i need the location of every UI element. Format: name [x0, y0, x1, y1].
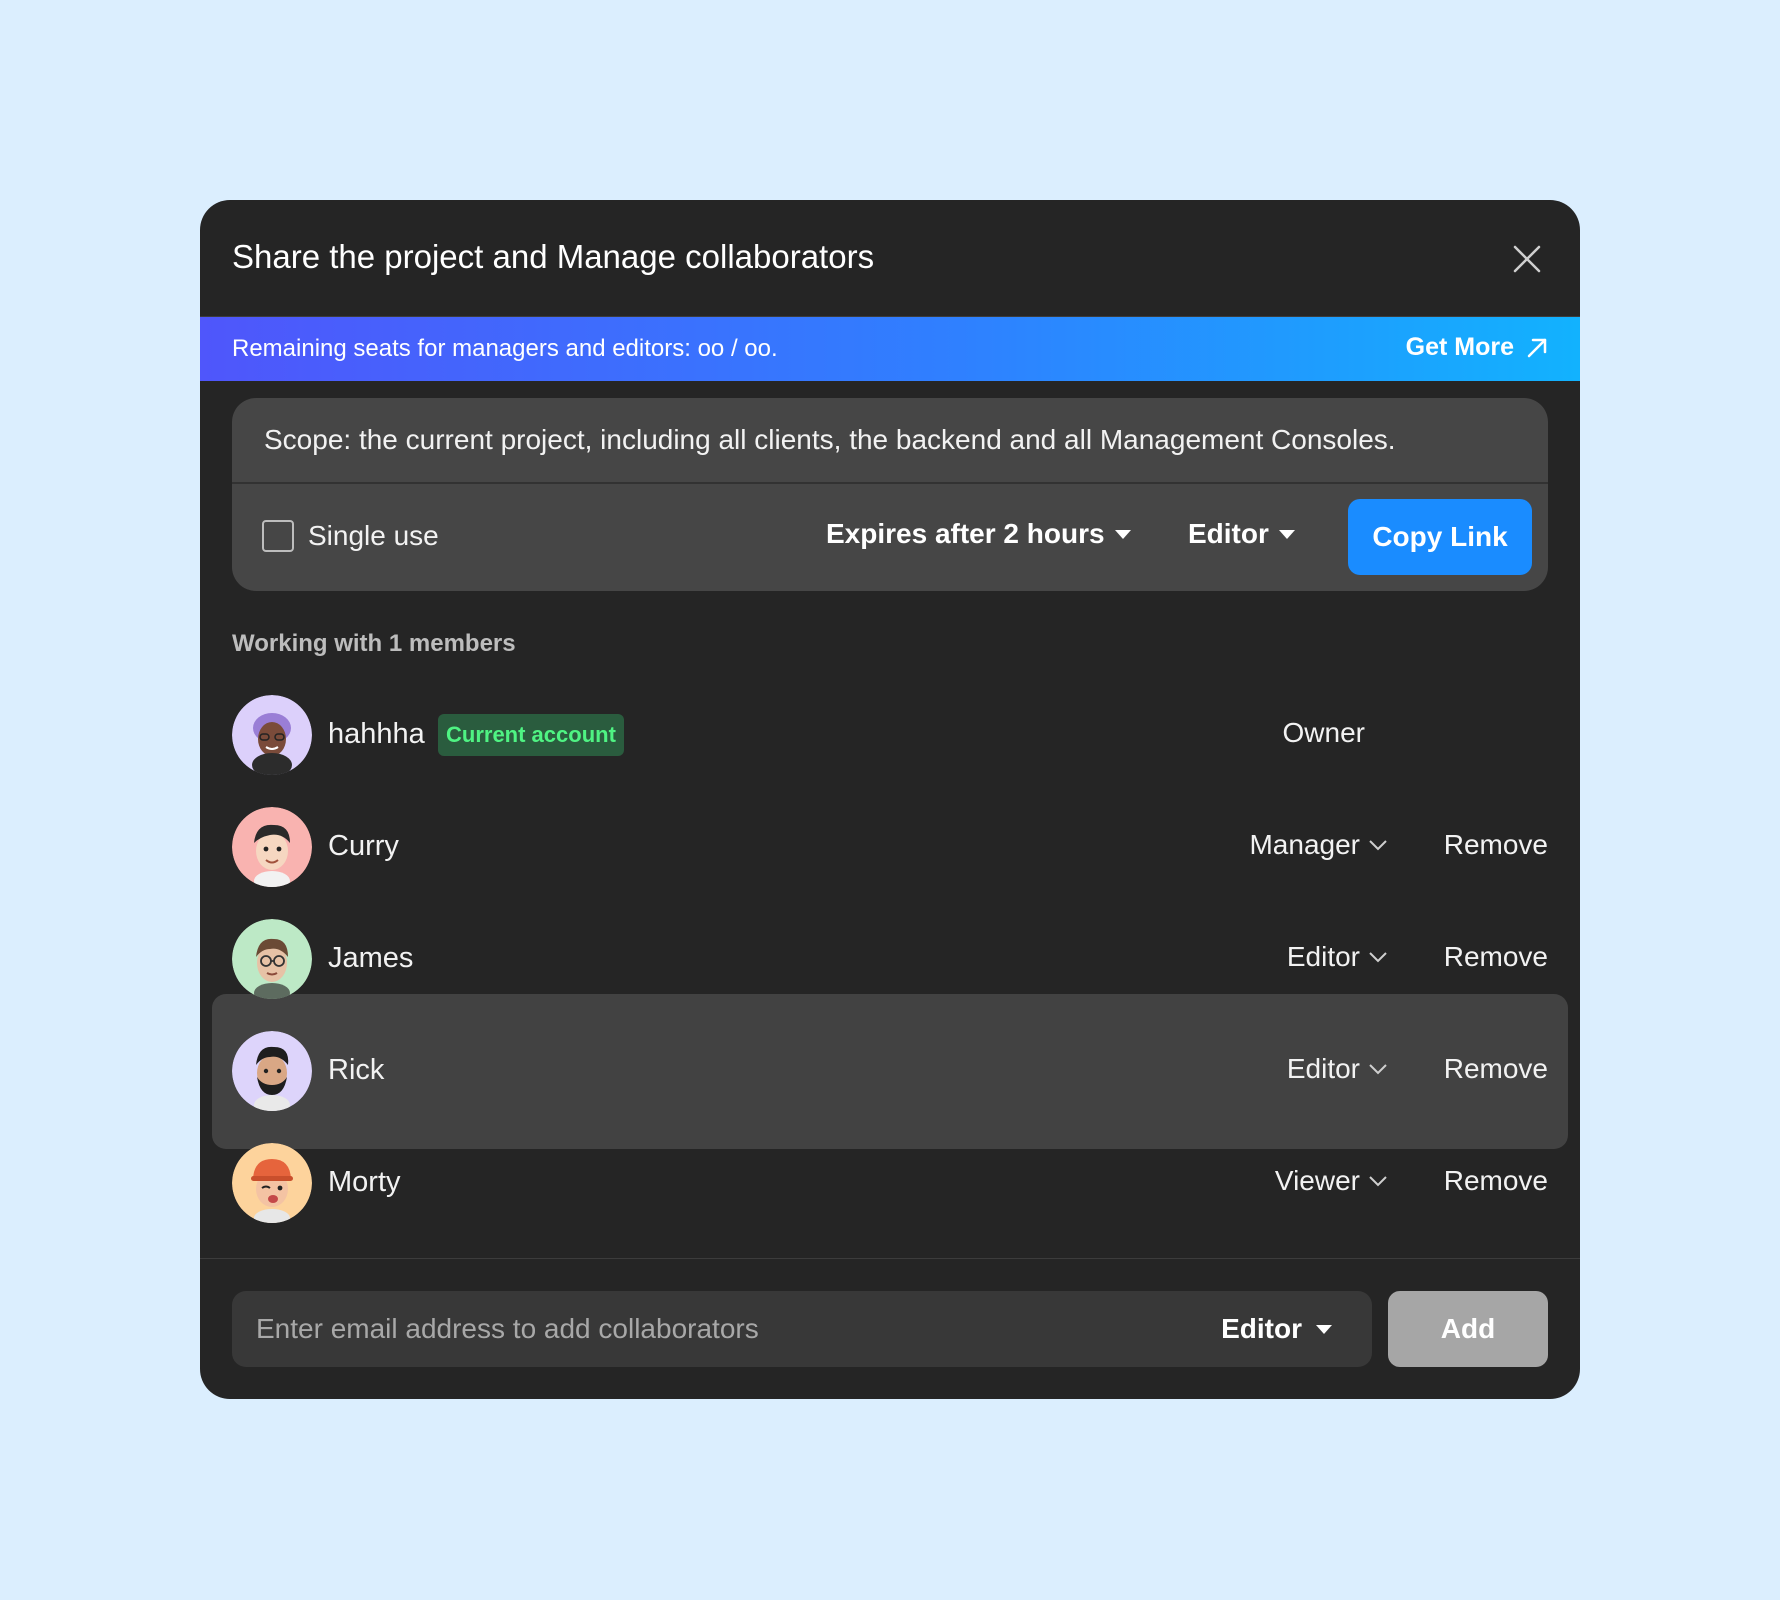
share-dialog: Share the project and Manage collaborato… — [200, 200, 1580, 1399]
members-heading: Working with 1 members — [232, 630, 516, 657]
remove-button[interactable]: Remove — [1444, 829, 1548, 861]
chevron-down-icon — [1369, 840, 1387, 851]
avatar — [232, 1031, 312, 1111]
member-role-dropdown[interactable]: Manager — [1249, 829, 1388, 861]
chevron-down-icon — [1369, 1064, 1387, 1075]
member-name: Rick — [328, 1054, 385, 1086]
member-role: Owner — [1283, 717, 1365, 749]
add-button[interactable]: Add — [1388, 1291, 1548, 1367]
single-use-option[interactable]: Single use — [262, 520, 439, 552]
remove-button[interactable]: Remove — [1444, 941, 1548, 973]
chevron-down-icon — [1369, 952, 1387, 963]
link-role-dropdown[interactable]: Editor — [1188, 518, 1295, 550]
member-name: hahhha — [328, 718, 425, 750]
current-account-badge: Current account — [438, 714, 624, 756]
card-divider — [232, 482, 1548, 484]
single-use-label: Single use — [308, 520, 439, 551]
invite-role-dropdown[interactable]: Editor — [1221, 1313, 1332, 1345]
seats-banner-text: Remaining seats for managers and editors… — [232, 335, 778, 362]
email-input[interactable] — [232, 1291, 1172, 1367]
member-row: Morty Viewer Remove — [232, 1143, 1548, 1223]
member-role-label: Editor — [1286, 941, 1360, 972]
member-row: James Editor Remove — [232, 919, 1548, 999]
footer-divider — [200, 1258, 1580, 1259]
member-role-label: Owner — [1282, 717, 1365, 748]
link-role-label: Editor — [1188, 518, 1269, 549]
member-name: Curry — [328, 830, 399, 862]
member-row: Curry Manager Remove — [232, 807, 1548, 887]
dialog-title: Share the project and Manage collaborato… — [232, 238, 875, 275]
expiry-label: Expires after 2 hours — [826, 518, 1105, 549]
remove-button[interactable]: Remove — [1444, 1053, 1548, 1085]
member-role-label: Viewer — [1274, 1165, 1360, 1196]
remove-button[interactable]: Remove — [1444, 1165, 1548, 1197]
expiry-dropdown[interactable]: Expires after 2 hours — [826, 518, 1131, 550]
caret-down-icon — [1278, 529, 1295, 539]
caret-down-icon — [1114, 529, 1131, 539]
member-row: hahhha Current account Owner — [232, 695, 1548, 775]
copy-link-button[interactable]: Copy Link — [1348, 499, 1532, 575]
caret-down-icon — [1316, 1324, 1332, 1334]
close-icon[interactable] — [1510, 242, 1544, 276]
avatar — [232, 807, 312, 887]
invite-field-container: Editor — [232, 1291, 1372, 1367]
member-role-dropdown[interactable]: Editor — [1287, 1053, 1388, 1085]
share-link-card: Scope: the current project, including al… — [232, 398, 1548, 591]
member-role-label: Manager — [1249, 829, 1360, 860]
member-name: James — [328, 942, 414, 974]
member-role-label: Editor — [1286, 1053, 1360, 1084]
member-row: Rick Editor Remove — [212, 994, 1568, 1149]
get-more-link[interactable]: Get More — [1406, 333, 1548, 362]
single-use-checkbox[interactable] — [262, 520, 294, 552]
chevron-down-icon — [1369, 1176, 1387, 1187]
scope-text: Scope: the current project, including al… — [264, 424, 1396, 455]
avatar — [232, 1143, 312, 1223]
member-name: Morty — [328, 1166, 401, 1198]
member-role-dropdown[interactable]: Editor — [1287, 941, 1388, 973]
get-more-label: Get More — [1405, 333, 1514, 361]
dialog-header: Share the project and Manage collaborato… — [200, 200, 1580, 317]
avatar — [232, 695, 312, 775]
seats-banner: Remaining seats for managers and editors… — [200, 317, 1580, 381]
invite-role-label: Editor — [1221, 1313, 1302, 1344]
avatar — [232, 919, 312, 999]
arrow-up-right-icon — [1527, 338, 1547, 357]
member-role-dropdown[interactable]: Viewer — [1275, 1165, 1388, 1197]
